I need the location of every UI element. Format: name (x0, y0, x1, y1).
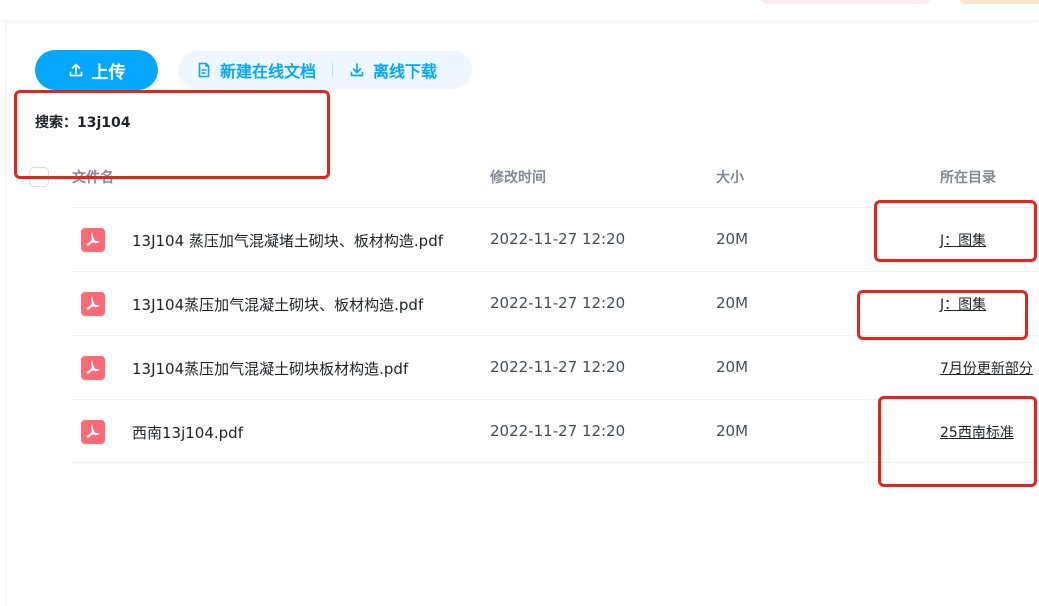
top-bar (0, 0, 1039, 20)
offline-download-button[interactable]: 离线下载 (349, 58, 437, 82)
pdf-icon (81, 420, 105, 444)
table-row[interactable]: 13J104蒸压加气混凝土砌块板材构造.pdf 2022-11-27 12:20… (72, 335, 1039, 399)
new-online-doc-button[interactable]: 新建在线文档 (196, 58, 316, 82)
file-directory-link[interactable]: J：图集 (940, 230, 986, 250)
upload-icon (69, 63, 82, 77)
pdf-icon (81, 356, 105, 380)
select-all-checkbox[interactable] (29, 167, 49, 187)
column-header-size[interactable]: 大小 (716, 167, 744, 187)
table-row[interactable]: 西南13j104.pdf 2022-11-27 12:20 20M 25西南标准 (72, 399, 1039, 463)
file-modified-time: 2022-11-27 12:20 (490, 230, 626, 248)
table-row[interactable]: 13J104蒸压加气混凝土砌块、板材构造.pdf 2022-11-27 12:2… (72, 271, 1039, 335)
action-separator (332, 63, 334, 77)
file-size: 20M (716, 358, 749, 376)
file-modified-time: 2022-11-27 12:20 (490, 422, 626, 440)
new-doc-icon (198, 62, 210, 78)
upload-label: 上传 (91, 62, 126, 83)
offline-download-label: 离线下载 (373, 62, 438, 81)
file-name[interactable]: 13J104 蒸压加气混凝堵土砌块、板材构造.pdf (132, 230, 443, 251)
table-row[interactable]: 13J104 蒸压加气混凝堵土砌块、板材构造.pdf 2022-11-27 12… (72, 207, 1039, 271)
pdf-icon (81, 292, 105, 316)
column-header-modified[interactable]: 修改时间 (490, 167, 546, 187)
new-doc-label: 新建在线文档 (220, 62, 317, 81)
top-pill-left[interactable] (760, 0, 932, 4)
file-name[interactable]: 西南13j104.pdf (132, 422, 243, 443)
file-list: 13J104 蒸压加气混凝堵土砌块、板材构造.pdf 2022-11-27 12… (72, 207, 1039, 463)
action-group: 新建在线文档 离线下载 (178, 51, 472, 89)
file-name[interactable]: 13J104蒸压加气混凝土砌块板材构造.pdf (132, 358, 408, 379)
file-size: 20M (716, 422, 749, 440)
file-modified-time: 2022-11-27 12:20 (490, 294, 626, 312)
file-directory-link[interactable]: 25西南标准 (940, 422, 1014, 442)
file-size: 20M (716, 294, 749, 312)
download-icon (350, 63, 364, 77)
table-header: 文件名 修改时间 大小 所在目录 (0, 160, 1039, 190)
upload-button[interactable]: 上传 (35, 50, 158, 90)
column-header-directory: 所在目录 (940, 170, 996, 186)
column-header-name[interactable]: 文件名 (72, 167, 114, 187)
sidebar-divider (5, 20, 6, 606)
file-size: 20M (716, 230, 749, 248)
file-name[interactable]: 13J104蒸压加气混凝土砌块、板材构造.pdf (132, 294, 423, 315)
search-query-label: 搜索：13j104 (35, 115, 131, 131)
file-directory-link[interactable]: J：图集 (940, 294, 986, 314)
file-modified-time: 2022-11-27 12:20 (490, 358, 626, 376)
pdf-icon (81, 228, 105, 252)
top-pill-right[interactable] (958, 0, 1039, 4)
file-directory-link[interactable]: 7月份更新部分 (940, 358, 1033, 378)
